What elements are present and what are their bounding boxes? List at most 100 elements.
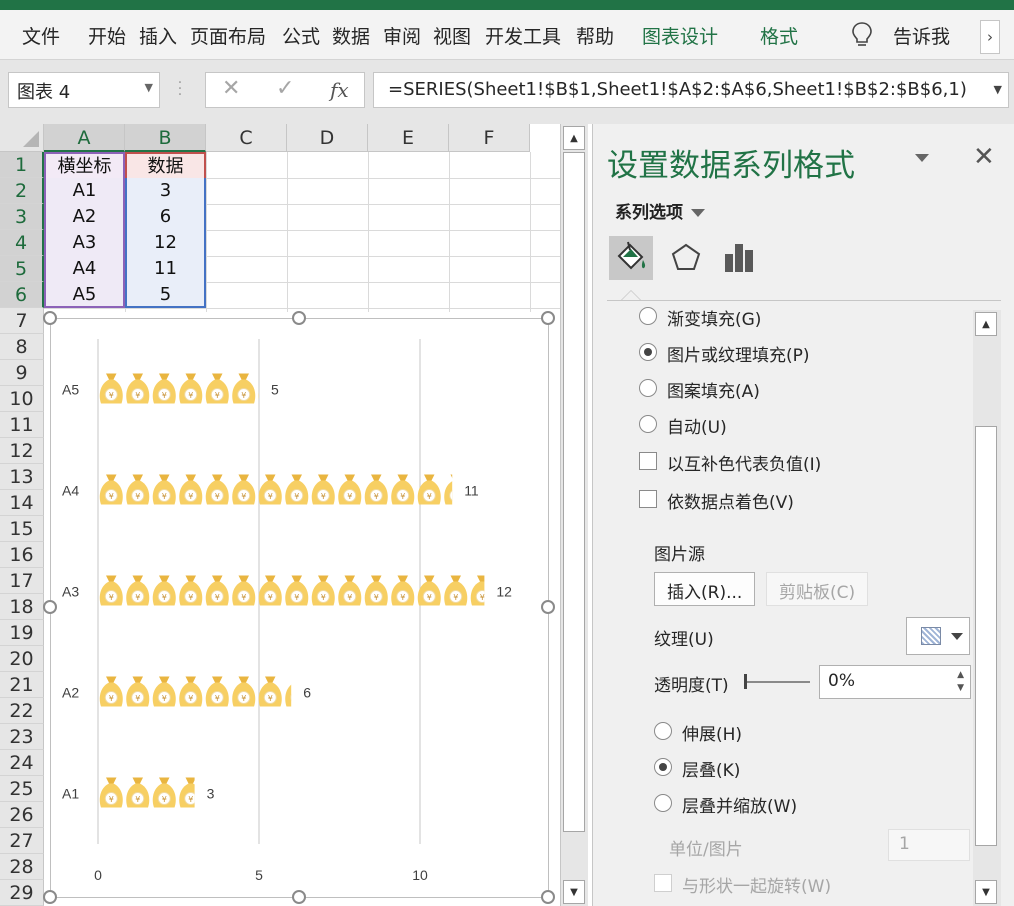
insert-picture-button[interactable]: 插入(R)... xyxy=(654,572,756,606)
cancel-icon[interactable]: ✕ xyxy=(222,76,240,101)
tab-view[interactable]: 视图 xyxy=(433,22,471,49)
texture-picker[interactable] xyxy=(906,617,970,655)
cell-b6[interactable]: 5 xyxy=(125,282,206,308)
transparency-slider[interactable] xyxy=(744,681,810,683)
row-header-23[interactable]: 23 xyxy=(0,724,44,750)
pane-scrollbar-thumb[interactable] xyxy=(975,426,997,846)
transparency-slider-thumb[interactable] xyxy=(744,674,747,689)
radio-automatic[interactable] xyxy=(639,415,657,433)
radio-stack[interactable] xyxy=(654,758,672,776)
scrollbar-thumb[interactable] xyxy=(563,152,585,832)
cell-b1[interactable]: 数据 xyxy=(125,152,206,178)
close-icon[interactable]: ✕ xyxy=(973,142,995,172)
insert-function-icon[interactable]: fx xyxy=(330,78,349,102)
automatic-label[interactable]: 自动(U) xyxy=(667,413,727,438)
row-header-25[interactable]: 25 xyxy=(0,776,44,802)
cell-a5[interactable]: A4 xyxy=(44,256,125,282)
scroll-down-icon[interactable]: ▼ xyxy=(975,880,997,904)
row-header-5[interactable]: 5 xyxy=(0,256,44,282)
scroll-up-icon[interactable]: ▲ xyxy=(563,126,585,150)
row-header-26[interactable]: 26 xyxy=(0,802,44,828)
tab-data[interactable]: 数据 xyxy=(332,22,370,49)
tab-chart-design[interactable]: 图表设计 xyxy=(642,22,718,49)
tab-series-options[interactable] xyxy=(717,236,761,280)
radio-picture-fill[interactable] xyxy=(639,343,657,361)
row-header-9[interactable]: 9 xyxy=(0,360,44,386)
transparency-input[interactable]: 0% ▲ ▼ xyxy=(819,665,971,699)
resize-handle-top-right[interactable] xyxy=(541,311,555,325)
row-header-14[interactable]: 14 xyxy=(0,490,44,516)
cell-b5[interactable]: 11 xyxy=(125,256,206,282)
tab-home[interactable]: 开始 xyxy=(88,22,126,49)
vary-colors-checkbox[interactable] xyxy=(639,490,657,508)
row-header-4[interactable]: 4 xyxy=(0,230,44,256)
cell-a2[interactable]: A1 xyxy=(44,178,125,204)
resize-handle-bottom-left[interactable] xyxy=(43,890,57,904)
column-header-a[interactable]: A xyxy=(44,124,125,152)
series-options-dropdown[interactable]: 系列选项 xyxy=(615,198,705,223)
ribbon-scroll-right-button[interactable]: › xyxy=(980,20,1000,54)
tab-formulas[interactable]: 公式 xyxy=(282,22,320,49)
radio-pattern-fill[interactable] xyxy=(639,379,657,397)
cell-b4[interactable]: 12 xyxy=(125,230,206,256)
rotate-with-shape-checkbox[interactable] xyxy=(654,874,672,892)
row-header-8[interactable]: 8 xyxy=(0,334,44,360)
row-header-6[interactable]: 6 xyxy=(0,282,44,308)
row-header-13[interactable]: 13 xyxy=(0,464,44,490)
clipboard-button[interactable]: 剪贴板(C) xyxy=(766,572,869,606)
formula-input[interactable]: =SERIES(Sheet1!$B$1,Sheet1!$A$2:$A$6,She… xyxy=(373,72,1009,108)
pane-options-chevron-icon[interactable] xyxy=(915,154,929,162)
sheet-vertical-scrollbar[interactable]: ▲ ▼ xyxy=(560,124,588,906)
gradient-fill-label[interactable]: 渐变填充(G) xyxy=(667,305,761,330)
resize-handle-right[interactable] xyxy=(541,600,555,614)
row-header-18[interactable]: 18 xyxy=(0,594,44,620)
column-header-e[interactable]: E xyxy=(368,124,449,152)
row-header-21[interactable]: 21 xyxy=(0,672,44,698)
cell-a4[interactable]: A3 xyxy=(44,230,125,256)
row-header-22[interactable]: 22 xyxy=(0,698,44,724)
row-header-20[interactable]: 20 xyxy=(0,646,44,672)
chevron-down-icon[interactable]: ▼ xyxy=(145,81,153,94)
scroll-up-icon[interactable]: ▲ xyxy=(975,312,997,336)
row-header-29[interactable]: 29 xyxy=(0,880,44,906)
row-header-28[interactable]: 28 xyxy=(0,854,44,880)
cell-b3[interactable]: 6 xyxy=(125,204,206,230)
row-header-11[interactable]: 11 xyxy=(0,412,44,438)
row-header-7[interactable]: 7 xyxy=(0,308,44,334)
drag-handle-icon[interactable]: · · · xyxy=(176,76,184,102)
row-header-3[interactable]: 3 xyxy=(0,204,44,230)
tab-fill-line[interactable] xyxy=(609,236,653,280)
radio-stretch[interactable] xyxy=(654,722,672,740)
row-header-2[interactable]: 2 xyxy=(0,178,44,204)
row-header-1[interactable]: 1 xyxy=(0,152,44,178)
row-header-15[interactable]: 15 xyxy=(0,516,44,542)
tab-page-layout[interactable]: 页面布局 xyxy=(190,22,266,49)
pattern-fill-label[interactable]: 图案填充(A) xyxy=(667,377,760,402)
tab-review[interactable]: 审阅 xyxy=(383,22,421,49)
pane-vertical-scrollbar[interactable]: ▲ ▼ xyxy=(973,310,1001,906)
tell-me-search[interactable]: 告诉我 xyxy=(893,22,950,49)
row-header-12[interactable]: 12 xyxy=(0,438,44,464)
radio-stack-and-scale[interactable] xyxy=(654,794,672,812)
tab-help[interactable]: 帮助 xyxy=(576,22,614,49)
tab-insert[interactable]: 插入 xyxy=(139,22,177,49)
invert-if-negative-label[interactable]: 以互补色代表负值(I) xyxy=(667,450,821,475)
resize-handle-top-left[interactable] xyxy=(43,311,57,325)
column-header-f[interactable]: F xyxy=(449,124,530,152)
vary-colors-label[interactable]: 依数据点着色(V) xyxy=(667,488,794,513)
row-header-10[interactable]: 10 xyxy=(0,386,44,412)
spin-down-icon[interactable]: ▼ xyxy=(957,684,964,693)
row-header-19[interactable]: 19 xyxy=(0,620,44,646)
stack-label[interactable]: 层叠(K) xyxy=(682,756,740,781)
units-per-picture-input[interactable]: 1 xyxy=(888,829,970,861)
name-box[interactable]: 图表 4 ▼ xyxy=(8,72,160,108)
tab-effects[interactable] xyxy=(664,236,708,280)
expand-formula-icon[interactable]: ▼ xyxy=(994,83,1002,96)
enter-check-icon[interactable]: ✓ xyxy=(276,76,294,101)
resize-handle-top[interactable] xyxy=(292,311,306,325)
cell-a3[interactable]: A2 xyxy=(44,204,125,230)
tab-file[interactable]: 文件 xyxy=(22,22,60,49)
picture-fill-label[interactable]: 图片或纹理填充(P) xyxy=(667,341,810,366)
resize-handle-bottom-right[interactable] xyxy=(541,890,555,904)
cell-b2[interactable]: 3 xyxy=(125,178,206,204)
